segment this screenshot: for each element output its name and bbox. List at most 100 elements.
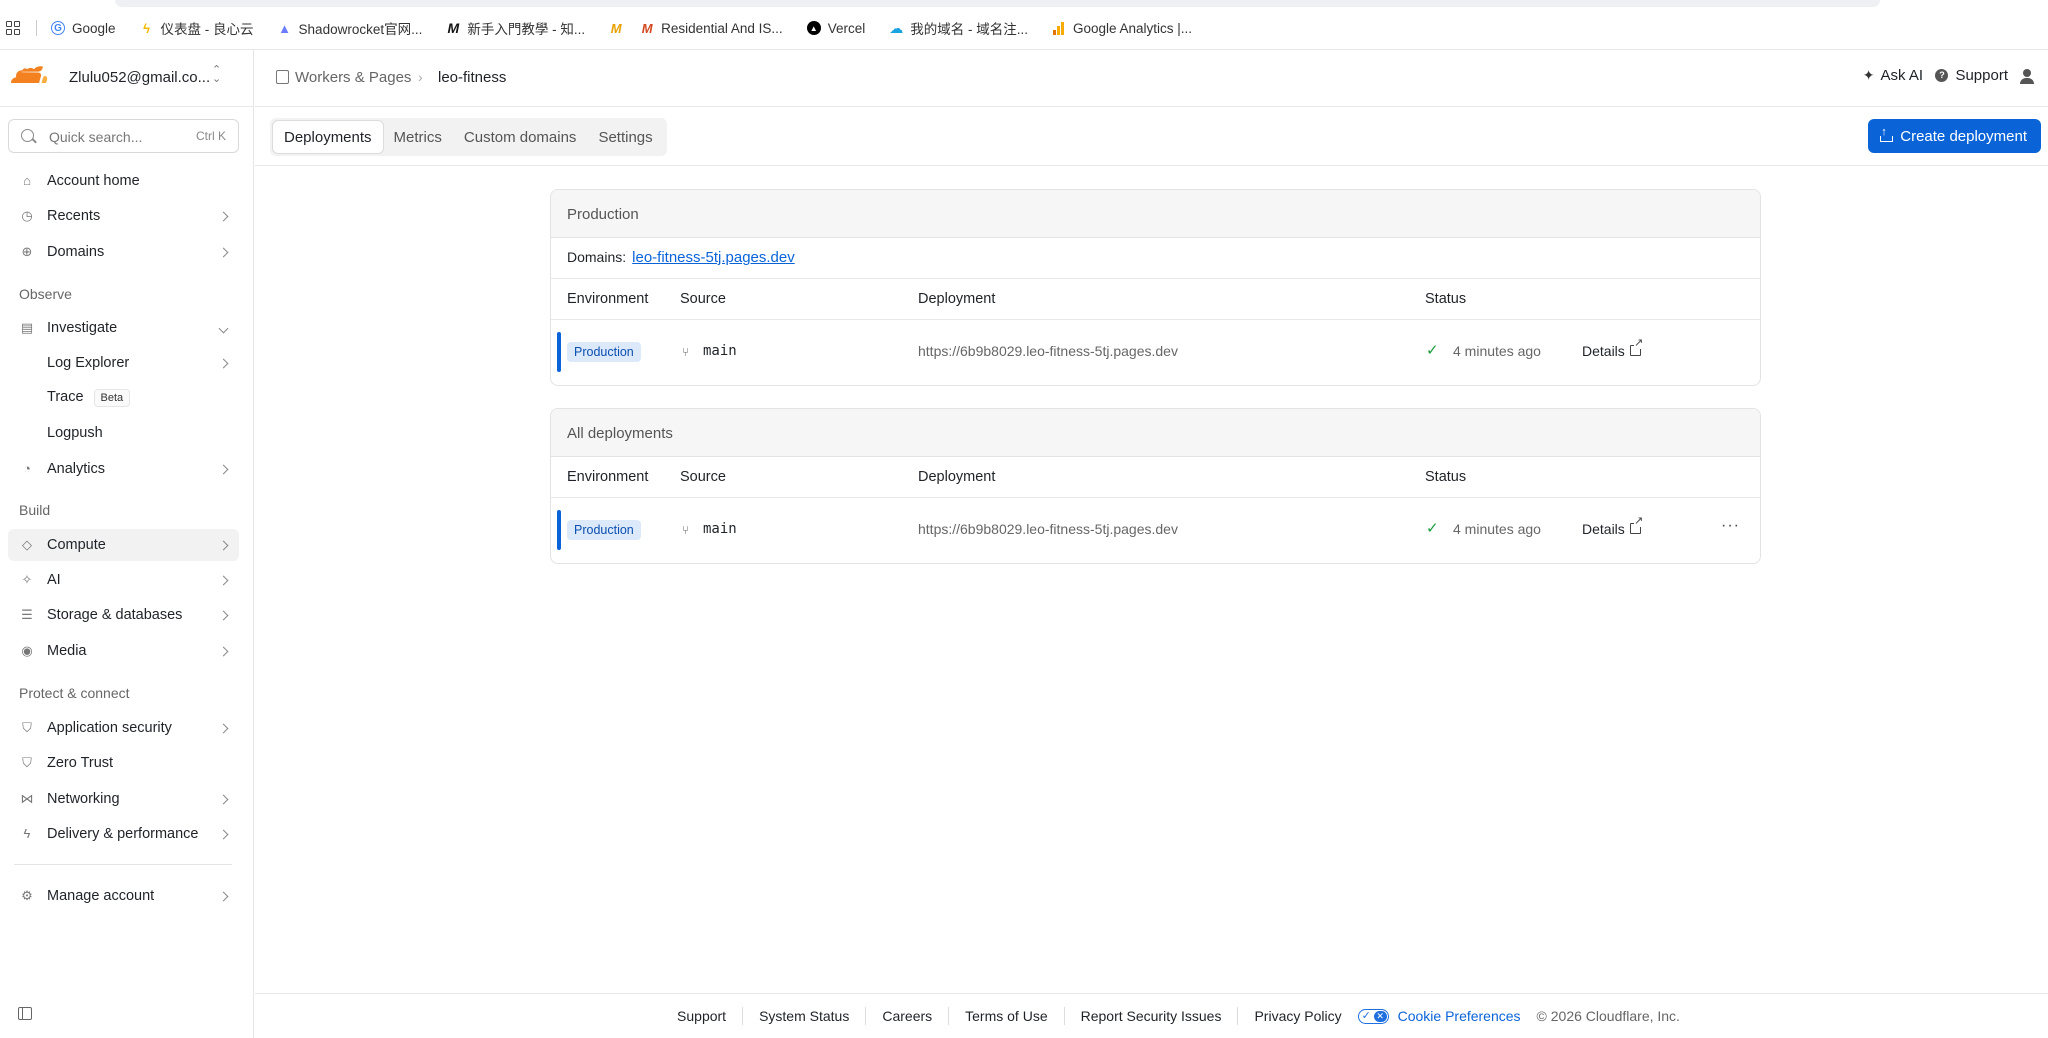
- chevron-down-icon: [218, 323, 229, 333]
- tab-metrics[interactable]: Metrics: [383, 121, 453, 153]
- sidebar-item-manage-account[interactable]: ⚙ Manage account: [8, 880, 239, 912]
- sidebar-item-zero-trust[interactable]: ⛉ Zero Trust: [8, 747, 239, 779]
- breadcrumb-separator: ›: [418, 69, 423, 85]
- sidebar-item-compute[interactable]: ◇ Compute: [8, 529, 239, 561]
- footer-copyright: © 2026 Cloudflare, Inc.: [1536, 1008, 1680, 1024]
- column-environment: Environment: [567, 291, 649, 307]
- chevron-right-icon: [218, 540, 229, 550]
- database-icon: ☰: [21, 607, 33, 622]
- history-icon: ◷: [21, 208, 33, 223]
- bookmarks-bar: G Google ϟ 仪表盘 - 良心云 ▲ Shadowrocket官网... M新…: [0, 0, 2048, 50]
- bookmark-shadowrocket[interactable]: ▲ Shadowrocket官网...: [278, 18, 422, 38]
- tab-custom-domains[interactable]: Custom domains: [453, 121, 588, 153]
- sidebar-item-log-explorer[interactable]: Log Explorer: [8, 347, 239, 379]
- bookmark-google[interactable]: G Google: [51, 21, 116, 36]
- deployment-url[interactable]: https://6b9b8029.leo-fitness-5tj.pages.d…: [918, 343, 1178, 359]
- chevron-right-icon: [218, 211, 229, 221]
- cookie-toggle-icon[interactable]: [1357, 1008, 1389, 1024]
- column-deployment: Deployment: [918, 291, 996, 307]
- analytics-icon: ◔: [23, 461, 31, 476]
- sidebar-item-networking[interactable]: ⋈ Networking: [8, 783, 239, 815]
- footer-report-security-link[interactable]: Report Security Issues: [1065, 1007, 1239, 1025]
- cloud-icon: ☁: [889, 19, 904, 36]
- media-icon: ◉: [21, 643, 33, 658]
- environment-badge: Production: [567, 520, 641, 540]
- account-switcher[interactable]: Zlulu052@gmail.co... ⌃ ⌄: [0, 50, 254, 107]
- external-link-icon[interactable]: [1630, 337, 1644, 356]
- environment-indicator: [557, 510, 561, 550]
- environment-badge: Production: [567, 342, 641, 362]
- production-card: Production Domains: leo-fitness-5tj.pages…: [550, 189, 1761, 386]
- external-link-icon[interactable]: [1630, 515, 1644, 534]
- account-email: Zlulu052@gmail.co...: [69, 69, 211, 86]
- vercel-icon: ▲: [806, 21, 821, 35]
- sidebar-item-label: Application security: [47, 720, 172, 736]
- gear-icon: ⚙: [21, 888, 33, 903]
- tab-bar: Deployments Metrics Custom domains Setti…: [255, 107, 2048, 166]
- create-deployment-button[interactable]: Create deployment: [1868, 119, 2041, 153]
- deployment-url[interactable]: https://6b9b8029.leo-fitness-5tj.pages.d…: [918, 521, 1178, 537]
- sidebar-item-app-security[interactable]: ⛉ Application security: [8, 712, 239, 744]
- sidebar-item-label: Logpush: [47, 425, 103, 441]
- sidebar-item-storage[interactable]: ☰ Storage & databases: [8, 599, 239, 631]
- table-header: Environment Source Deployment Status: [551, 457, 1760, 498]
- sidebar-item-label: Trace Beta: [47, 389, 131, 407]
- sidebar-item-domains[interactable]: ⊕ Domains: [8, 236, 239, 268]
- trace-label: Trace: [47, 389, 84, 405]
- upload-icon: [1880, 126, 1894, 142]
- bookmark-residential[interactable]: M Residential And IS...: [640, 21, 783, 36]
- status-time: 4 minutes ago: [1453, 343, 1541, 359]
- sidebar-item-analytics[interactable]: ◔ Analytics: [8, 453, 239, 485]
- bookmark-tutorial[interactable]: M 新手入門教學 - 知...: [446, 18, 586, 38]
- chevron-right-icon: [218, 610, 229, 620]
- sidebar-item-account-home[interactable]: ⌂ Account home: [8, 165, 239, 197]
- footer-support-link[interactable]: Support: [661, 1007, 744, 1025]
- footer-cookie-preferences-link[interactable]: Cookie Preferences: [1398, 1008, 1521, 1024]
- environment-indicator: [557, 332, 561, 372]
- tab-deployments[interactable]: Deployments: [273, 121, 383, 153]
- details-link[interactable]: Details: [1582, 343, 1625, 359]
- globe-icon: ⊕: [21, 244, 33, 259]
- bookmark-vercel[interactable]: ▲ Vercel: [806, 21, 865, 36]
- bookmark-dashboard[interactable]: ϟ 仪表盘 - 良心云: [140, 18, 253, 38]
- m-logo-icon: M: [641, 20, 653, 36]
- column-deployment: Deployment: [918, 469, 996, 485]
- sidebar-item-media[interactable]: ◉ Media: [8, 635, 239, 667]
- user-icon[interactable]: [2020, 69, 2034, 84]
- section-label-protect: Protect & connect: [19, 685, 130, 701]
- sidebar-item-label: Log Explorer: [47, 355, 130, 371]
- details-link[interactable]: Details: [1582, 521, 1625, 537]
- sidebar-item-recents[interactable]: ◷ Recents: [8, 200, 239, 232]
- sidebar-item-delivery[interactable]: ϟ Delivery & performance: [8, 818, 239, 850]
- ask-ai-button[interactable]: ✦ Ask AI: [1863, 67, 1923, 84]
- bookmark-domains[interactable]: ☁ 我的域名 - 域名注...: [889, 18, 1028, 38]
- sidebar-item-ai[interactable]: ✧ AI: [8, 564, 239, 596]
- home-icon: ⌂: [23, 173, 31, 188]
- footer-system-status-link[interactable]: System Status: [743, 1007, 867, 1025]
- quick-search[interactable]: Quick search... Ctrl K: [8, 119, 239, 153]
- sidebar-item-trace[interactable]: Trace Beta: [8, 382, 239, 414]
- footer-privacy-link[interactable]: Privacy Policy: [1238, 1007, 1357, 1025]
- section-label-build: Build: [19, 502, 51, 518]
- shield-icon: ⛉: [22, 720, 32, 735]
- domain-link[interactable]: leo-fitness-5tj.pages.dev: [632, 249, 795, 266]
- table-row: Production ⑂ main https://6b9b8029.leo-f…: [551, 320, 1760, 384]
- more-options-icon[interactable]: ···: [1721, 517, 1740, 535]
- bookmark-m[interactable]: M: [609, 21, 630, 36]
- sidebar-item-logpush[interactable]: Logpush: [8, 417, 239, 449]
- sidebar-item-label: Account home: [47, 173, 140, 189]
- support-button[interactable]: ? Support: [1935, 67, 2008, 84]
- tab-settings[interactable]: Settings: [587, 121, 663, 153]
- bookmark-analytics[interactable]: Google Analytics |...: [1052, 21, 1192, 36]
- collapse-sidebar-icon[interactable]: [18, 1007, 32, 1020]
- footer-careers-link[interactable]: Careers: [866, 1007, 950, 1025]
- investigate-icon: ▤: [20, 320, 34, 335]
- chevron-right-icon: [218, 891, 229, 901]
- footer-terms-link[interactable]: Terms of Use: [949, 1007, 1065, 1025]
- sidebar-item-label: Compute: [47, 537, 106, 553]
- column-source: Source: [680, 291, 726, 307]
- breadcrumb-parent[interactable]: Workers & Pages: [295, 69, 411, 86]
- sidebar-item-investigate[interactable]: ▤ Investigate: [8, 312, 239, 344]
- apps-grid-icon[interactable]: [6, 21, 20, 35]
- domains-row: Domains: leo-fitness-5tj.pages.dev: [551, 238, 1760, 279]
